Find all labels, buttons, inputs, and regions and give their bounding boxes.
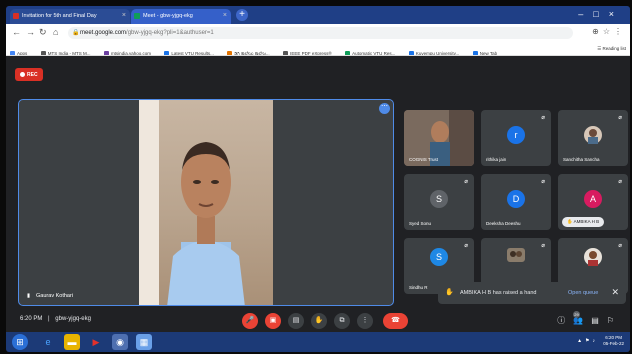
participant-name: Syed Sonu <box>409 221 432 226</box>
meeting-time: 6:20 PM <box>20 316 43 322</box>
mic-off-icon: ⌀ <box>541 243 545 249</box>
toast-message: AMBIKA H B has raised a hand <box>460 290 537 296</box>
captions-button[interactable]: ▤ <box>288 313 304 329</box>
more-options-button[interactable]: ⋮ <box>357 313 373 329</box>
recording-badge: REC <box>15 68 43 81</box>
ie-icon[interactable]: e <box>40 334 56 350</box>
meet-icon <box>134 13 140 19</box>
wall-background <box>139 100 159 305</box>
raised-hand-toast: ✋ AMBIKA H B has raised a hand Open queu… <box>438 282 626 304</box>
pin-icon: ▮ <box>27 293 31 299</box>
side-panel-controls[interactable]: ⓘ👥▤⚐ <box>557 315 622 326</box>
mic-off-icon: ⌀ <box>541 115 545 121</box>
screen: Invitation for 5th and Final Day × Meet … <box>6 6 630 352</box>
speaker-video <box>139 100 273 305</box>
main-speaker-name: ▮ Gaurav Kothari <box>27 293 74 299</box>
main-speaker-tile[interactable]: ⋯ ▮ Gaurav Kothari <box>18 99 394 306</box>
avatar-photo <box>584 248 602 266</box>
tab-gmail[interactable]: Invitation for 5th and Final Day × <box>10 9 130 24</box>
open-queue-link[interactable]: Open queue <box>568 290 598 296</box>
url-host: meet.google.com <box>80 30 127 36</box>
separator: | <box>48 316 50 322</box>
back-icon[interactable]: ← <box>12 27 21 37</box>
meet-area: REC ⋯ ▮ Gaurav Kothari COGNIS Trust ⌀ r … <box>6 56 630 332</box>
meeting-info: 6:20 PM | gbw-yjgq-ekg <box>20 316 91 322</box>
mic-toggle-button[interactable]: 🎤 <box>242 313 258 329</box>
mic-off-icon: ⌀ <box>464 243 468 249</box>
reading-list[interactable]: ☰ Reading list <box>597 46 626 52</box>
forward-icon[interactable]: → <box>26 27 35 37</box>
bookmarks-bar: Apps MTS India - MTS M... mtsindia.yahoo… <box>6 42 630 56</box>
mic-off-icon: ⌀ <box>464 179 468 185</box>
participant-tile[interactable]: ⌀ S Syed Sonu <box>404 174 474 230</box>
more-options-icon[interactable]: ⋯ <box>379 103 390 114</box>
window-controls[interactable]: –□× <box>578 9 624 19</box>
avatar-photo <box>584 126 602 144</box>
mic-off-icon: ⌀ <box>541 179 545 185</box>
bottom-control-bar: 6:20 PM | gbw-yjgq-ekg 🎤 ▣ ▤ ✋ ⧉ ⋮ ☎ 29 … <box>6 310 630 332</box>
avatar: S <box>430 190 448 208</box>
participant-name: COGNIS Trust <box>409 157 439 162</box>
raise-hand-button[interactable]: ✋ <box>311 313 327 329</box>
avatar: A <box>584 190 602 208</box>
avatar: r <box>507 126 525 144</box>
url-path: /gbw-yjgq-ekg?pli=1&authuser=1 <box>126 30 214 36</box>
folder-icon[interactable]: ▬ <box>64 334 80 350</box>
meeting-code: gbw-yjgq-ekg <box>55 316 91 322</box>
participant-tile[interactable]: ⌀ D Deeksha Deeshu <box>481 174 551 230</box>
system-tray[interactable]: ▲⚑♪ <box>577 338 598 344</box>
lock-icon: 🔒 <box>72 30 80 36</box>
address-bar-row: ← → ↻ ⌂ 🔒 meet.google.com/gbw-yjgq-ekg?p… <box>6 24 630 42</box>
taskbar-clock[interactable]: 6:20 PM 05-Feb-22 <box>603 335 624 347</box>
camera-toggle-button[interactable]: ▣ <box>265 313 281 329</box>
start-icon[interactable]: ⊞ <box>12 334 28 350</box>
info-icon[interactable]: ⓘ <box>557 316 573 325</box>
chrome-icon[interactable]: ◉ <box>112 334 128 350</box>
participant-name: rithika jain <box>486 157 507 162</box>
participant-name: Sindhu R <box>409 285 428 290</box>
close-icon[interactable]: ✕ <box>611 287 619 298</box>
mic-off-icon: ⌀ <box>618 115 622 121</box>
tab-title: Meet - gbw-yjgq-ekg <box>143 13 193 19</box>
avatar-photo <box>507 248 525 262</box>
mic-off-icon: ⌀ <box>618 179 622 185</box>
close-tab-icon[interactable]: × <box>223 12 227 19</box>
gmail-icon <box>13 13 19 19</box>
raised-hand-badge: ✋ AMBIKA H B <box>562 217 605 227</box>
tab-title: Invitation for 5th and Final Day <box>22 13 97 19</box>
participant-tile[interactable]: COGNIS Trust <box>404 110 474 166</box>
media-player-icon[interactable]: ▶ <box>88 334 104 350</box>
avatar: D <box>507 190 525 208</box>
hand-icon: ✋ <box>445 289 454 296</box>
participant-tile[interactable]: ⌀ A ✋ AMBIKA H B <box>558 174 628 230</box>
new-tab-button[interactable]: + <box>236 9 248 21</box>
browser-tab-bar: Invitation for 5th and Final Day × Meet … <box>6 6 630 24</box>
reload-icon[interactable]: ↻ <box>39 27 47 38</box>
close-tab-icon[interactable]: × <box>122 12 126 19</box>
avatar: S <box>430 248 448 266</box>
record-dot-icon <box>20 72 25 77</box>
people-icon[interactable]: 👥 <box>573 316 591 325</box>
participant-name: Deeksha Deeshu <box>486 221 521 226</box>
activities-icon[interactable]: ⚐ <box>607 316 622 325</box>
participant-tile[interactable]: ⌀ Sanchitha Sancha <box>558 110 628 166</box>
hand-icon: ✋ <box>567 219 574 224</box>
leave-call-button[interactable]: ☎ <box>383 313 408 329</box>
chat-icon[interactable]: ▤ <box>591 316 607 325</box>
mic-off-icon: ⌀ <box>618 243 622 249</box>
speaker-silhouette <box>167 142 245 305</box>
participant-name: Sanchitha Sancha <box>563 157 600 162</box>
toolbar-icons[interactable]: ⊕☆⋮ <box>592 27 626 36</box>
app-icon[interactable]: ▦ <box>136 334 152 350</box>
present-button[interactable]: ⧉ <box>334 313 350 329</box>
url-field[interactable]: 🔒 meet.google.com/gbw-yjgq-ekg?pli=1&aut… <box>68 27 573 39</box>
tab-meet[interactable]: Meet - gbw-yjgq-ekg × <box>131 9 231 24</box>
home-icon[interactable]: ⌂ <box>53 27 58 37</box>
participant-tile[interactable]: ⌀ r rithika jain <box>481 110 551 166</box>
windows-taskbar: ⊞ e ▬ ▶ ◉ ▦ ▲⚑♪ 6:20 PM 05-Feb-22 <box>6 332 630 352</box>
